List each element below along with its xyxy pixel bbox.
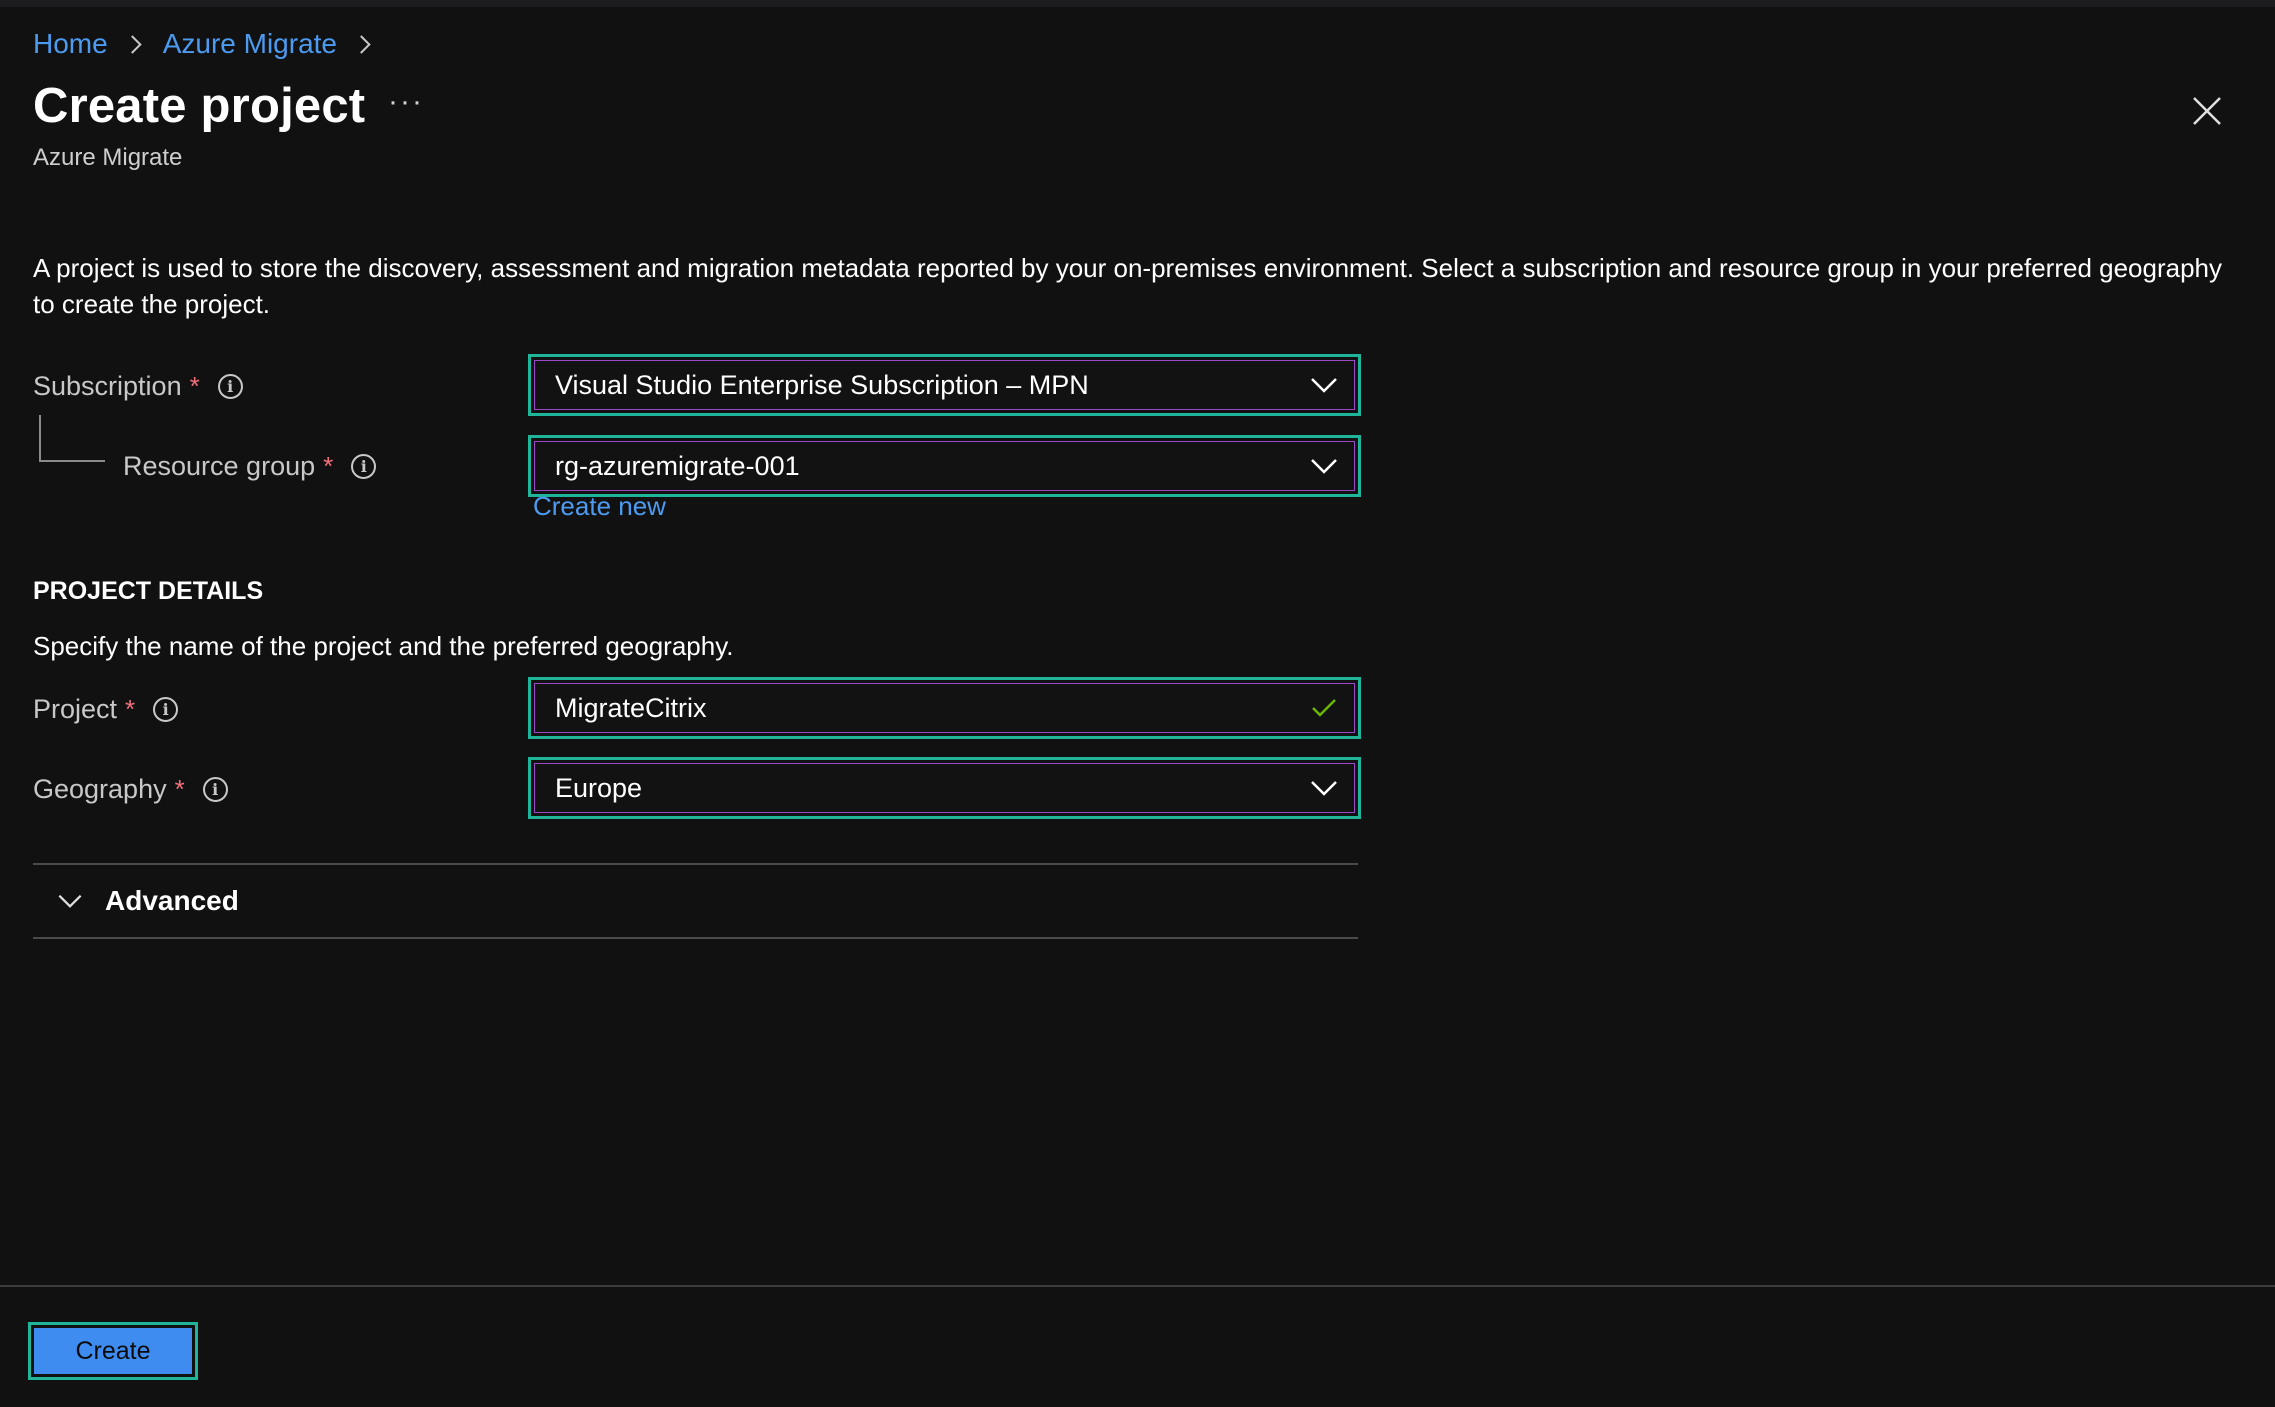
required-asterisk: * (323, 450, 334, 481)
resource-group-label: Resource group * i (123, 446, 377, 486)
project-value: MigrateCitrix (555, 692, 707, 723)
subscription-label: Subscription * i (33, 366, 243, 406)
chevron-down-icon (58, 894, 82, 908)
required-asterisk: * (189, 370, 200, 401)
close-icon[interactable] (2190, 94, 2224, 128)
tree-connector (39, 415, 105, 462)
project-details-description: Specify the name of the project and the … (33, 631, 734, 661)
geography-dropdown[interactable]: Europe (528, 757, 1361, 819)
top-bar (0, 0, 2275, 7)
info-icon[interactable]: i (153, 696, 179, 722)
create-button-focus: Create (28, 1322, 198, 1380)
resource-group-dropdown-inner[interactable]: rg-azuremigrate-001 (534, 441, 1355, 491)
project-input[interactable]: MigrateCitrix (528, 677, 1361, 739)
subscription-dropdown[interactable]: Visual Studio Enterprise Subscription – … (528, 354, 1361, 416)
subscription-value: Visual Studio Enterprise Subscription – … (555, 369, 1089, 400)
more-options-icon[interactable]: ··· (388, 87, 424, 117)
required-asterisk: * (174, 773, 185, 804)
chevron-down-icon (1311, 459, 1337, 474)
advanced-label: Advanced (105, 885, 239, 916)
resource-group-label-text: Resource group (123, 450, 316, 481)
chevron-right-icon (352, 34, 371, 54)
checkmark-icon (1312, 699, 1336, 717)
page-subtitle: Azure Migrate (33, 144, 183, 171)
chevron-down-icon (1311, 378, 1337, 393)
create-new-link[interactable]: Create new (533, 491, 666, 522)
info-icon[interactable]: i (217, 373, 243, 399)
breadcrumb-azure-migrate[interactable]: Azure Migrate (163, 28, 337, 60)
chevron-right-icon (123, 34, 142, 54)
project-label: Project * i (33, 689, 179, 729)
subscription-dropdown-inner[interactable]: Visual Studio Enterprise Subscription – … (534, 360, 1355, 410)
geography-dropdown-inner[interactable]: Europe (534, 763, 1355, 813)
geography-label-text: Geography (33, 773, 167, 804)
page-title: Create project (33, 79, 366, 133)
footer-divider (0, 1285, 2275, 1287)
create-button[interactable]: Create (34, 1328, 192, 1374)
breadcrumb: Home Azure Migrate (33, 24, 378, 64)
geography-label: Geography * i (33, 769, 228, 809)
description-text: A project is used to store the discovery… (33, 253, 2223, 319)
info-icon[interactable]: i (351, 453, 377, 479)
project-details-heading: PROJECT DETAILS (33, 577, 264, 605)
required-asterisk: * (125, 693, 136, 724)
geography-value: Europe (555, 772, 643, 803)
project-label-text: Project (33, 693, 118, 724)
resource-group-value: rg-azuremigrate-001 (555, 450, 800, 481)
project-input-inner[interactable]: MigrateCitrix (534, 683, 1355, 733)
info-icon[interactable]: i (202, 776, 228, 802)
advanced-expander[interactable]: Advanced (33, 863, 1358, 939)
breadcrumb-home[interactable]: Home (33, 28, 108, 60)
resource-group-dropdown[interactable]: rg-azuremigrate-001 (528, 435, 1361, 497)
chevron-down-icon (1311, 781, 1337, 796)
subscription-label-text: Subscription (33, 370, 182, 401)
